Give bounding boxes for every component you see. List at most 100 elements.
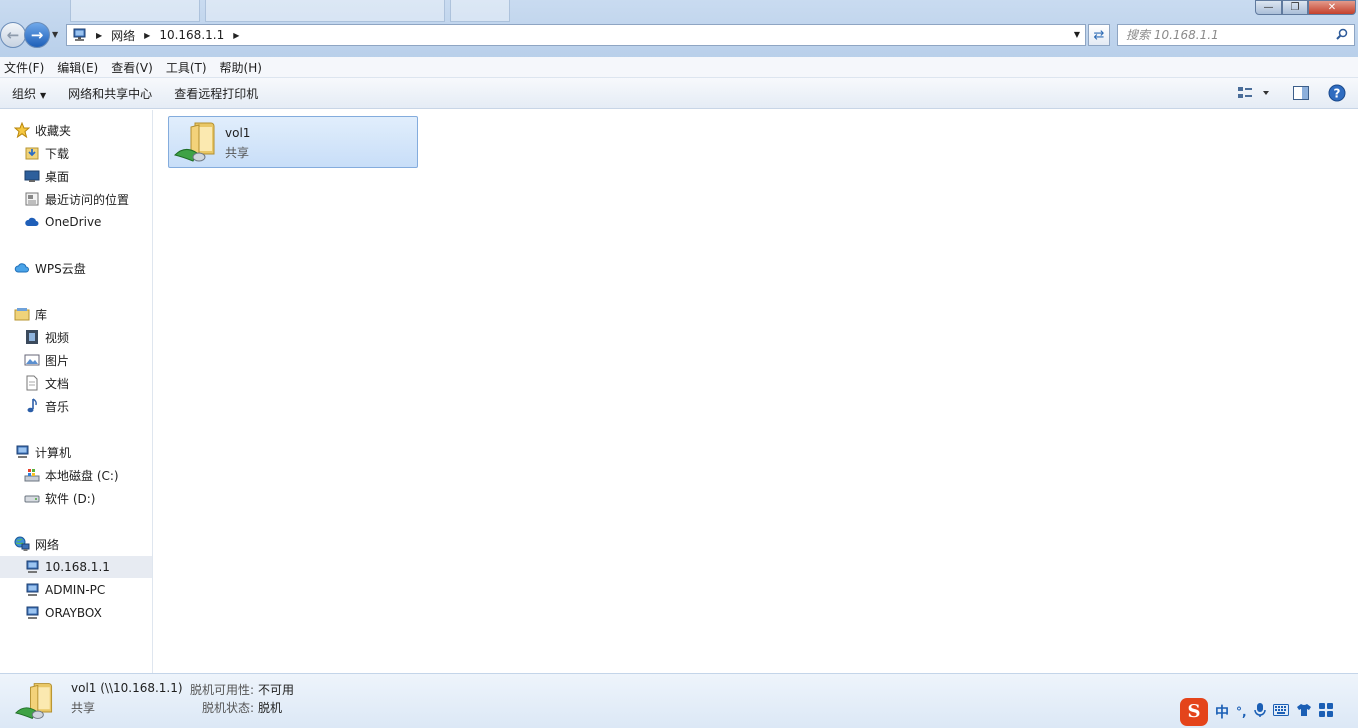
microphone-icon[interactable] [1253, 702, 1266, 722]
sidebar-item-desktop[interactable]: 桌面 [0, 165, 152, 187]
refresh-icon: ⇄ [1093, 27, 1105, 43]
maximize-button[interactable]: ❐ [1282, 0, 1308, 15]
remote-printers-button[interactable]: 查看远程打印机 [166, 85, 266, 102]
recent-pages-dropdown[interactable]: ▼ [52, 30, 58, 39]
menu-edit[interactable]: 编辑(E) [53, 59, 102, 76]
toolbox-grid-icon[interactable] [1318, 702, 1333, 721]
sidebar-item-label: WPS云盘 [35, 261, 86, 276]
minimize-button[interactable]: — [1255, 0, 1282, 15]
sidebar-item-drive-d[interactable]: 软件 (D:) [0, 487, 152, 509]
sidebar-item-libraries[interactable]: 库 [0, 303, 152, 325]
sidebar-item-label: ORAYBOX [45, 606, 102, 620]
sidebar-item-label: 图片 [45, 353, 70, 368]
sidebar-item-onedrive[interactable]: OneDrive [0, 211, 152, 233]
sidebar-item-pictures[interactable]: 图片 [0, 349, 152, 371]
network-computer-icon [23, 582, 40, 598]
address-bar[interactable]: ▶ 网络 ▶ 10.168.1.1 ▶ ▼ [66, 24, 1086, 46]
shared-folder-icon [173, 119, 221, 168]
search-box[interactable] [1117, 24, 1355, 46]
offline-availability-label: 脱机可用性: [190, 683, 255, 697]
breadcrumb-separator[interactable]: ▶ [228, 31, 244, 40]
wps-cloud-icon [13, 260, 30, 276]
sidebar-item-videos[interactable]: 视频 [0, 326, 152, 348]
change-view-button[interactable] [1237, 84, 1273, 105]
keyboard-icon[interactable] [1272, 703, 1289, 720]
organize-button[interactable]: 组织 ▼ [4, 85, 54, 102]
network-computer-icon [23, 605, 40, 621]
sidebar-item-downloads[interactable]: 下载 [0, 142, 152, 164]
background-tab [205, 0, 445, 22]
breadcrumb-separator[interactable]: ▶ [91, 31, 107, 40]
sidebar-item-favorites[interactable]: 收藏夹 [0, 119, 152, 141]
search-input[interactable] [1126, 28, 1326, 42]
ime-mode-toggle[interactable]: 中 [1215, 702, 1229, 722]
close-icon: ✕ [1327, 2, 1337, 13]
breadcrumb-network[interactable]: 网络 [107, 27, 139, 44]
sidebar-item-drive-c[interactable]: 本地磁盘 (C:) [0, 464, 152, 486]
sidebar-item-label: 计算机 [35, 445, 72, 460]
sidebar-item-recent-places[interactable]: 最近访问的位置 [0, 188, 152, 210]
navigation-pane: 收藏夹 下载 桌面 最近访问的位置 OneDrive WPS云盘 库 视频 图片… [0, 110, 153, 673]
breadcrumb-host[interactable]: 10.168.1.1 [155, 28, 228, 42]
ime-toolbar[interactable]: S 中 °, [1180, 695, 1358, 728]
breadcrumb-separator[interactable]: ▶ [139, 31, 155, 40]
details-pane: vol1 (\\10.168.1.1) 共享 脱机可用性: 不可用 脱机状态: … [0, 673, 1358, 728]
search-icon[interactable] [1336, 28, 1348, 43]
sogou-ime-icon[interactable]: S [1180, 697, 1208, 726]
sidebar-item-label: 下载 [45, 146, 70, 161]
ime-punctuation-toggle[interactable]: °, [1236, 705, 1247, 719]
menu-help[interactable]: 帮助(H) [216, 59, 266, 76]
back-button[interactable]: ← [0, 22, 26, 48]
menu-file[interactable]: 文件(F) [0, 59, 48, 76]
menu-tools[interactable]: 工具(T) [162, 59, 211, 76]
sidebar-item-computer[interactable]: 计算机 [0, 441, 152, 463]
sidebar-item-host-10-168-1-1[interactable]: 10.168.1.1 [0, 556, 152, 578]
forward-button[interactable]: → [24, 22, 50, 48]
close-button[interactable]: ✕ [1308, 0, 1356, 15]
desktop-icon [23, 168, 40, 184]
menu-bar: 文件(F) 编辑(E) 查看(V) 工具(T) 帮助(H) [0, 57, 1358, 78]
document-icon [23, 375, 40, 391]
sidebar-item-documents[interactable]: 文档 [0, 372, 152, 394]
sidebar-item-admin-pc[interactable]: ADMIN-PC [0, 579, 152, 601]
recent-places-icon [23, 191, 40, 207]
sidebar-item-music[interactable]: 音乐 [0, 395, 152, 417]
menu-view[interactable]: 查看(V) [107, 59, 157, 76]
computer-icon [13, 444, 30, 460]
picture-icon [23, 352, 40, 368]
network-center-button[interactable]: 网络和共享中心 [60, 85, 160, 102]
help-icon: ? [1328, 84, 1346, 102]
view-options-icon [1238, 87, 1269, 98]
address-history-dropdown[interactable]: ▼ [1074, 30, 1080, 39]
download-folder-icon [23, 145, 40, 161]
star-icon [13, 122, 30, 138]
sidebar-item-label: 10.168.1.1 [45, 560, 110, 574]
sidebar-item-oraybox[interactable]: ORAYBOX [0, 602, 152, 624]
sidebar-item-label: 最近访问的位置 [45, 192, 130, 207]
hard-drive-icon [23, 490, 40, 506]
chevron-down-icon: ▼ [40, 90, 47, 100]
sidebar-item-label: 收藏夹 [35, 123, 72, 138]
background-tab [70, 0, 200, 22]
sidebar-item-wps-cloud[interactable]: WPS云盘 [0, 257, 152, 279]
cloud-icon [23, 214, 40, 230]
video-icon [23, 329, 40, 345]
help-button[interactable]: ? [1328, 84, 1346, 105]
file-list[interactable]: vol1 共享 [154, 110, 1358, 673]
sidebar-item-network[interactable]: 网络 [0, 533, 152, 555]
network-computer-icon [23, 559, 40, 575]
refresh-button[interactable]: ⇄ [1088, 24, 1110, 46]
background-tab [450, 0, 510, 22]
skin-shirt-icon[interactable] [1296, 703, 1312, 721]
organize-label: 组织 [12, 86, 37, 101]
shared-folder-tile[interactable]: vol1 共享 [168, 116, 418, 168]
item-name: vol1 [225, 126, 251, 140]
system-drive-icon [23, 467, 40, 483]
network-computer-icon[interactable] [67, 28, 91, 42]
sidebar-item-label: 音乐 [45, 399, 70, 414]
shared-folder-icon [14, 678, 58, 727]
details-name: vol1 (\\10.168.1.1) [71, 681, 183, 695]
preview-pane-button[interactable] [1292, 84, 1310, 105]
offline-availability-value: 不可用 [258, 683, 295, 697]
arrow-left-icon: ← [6, 26, 20, 44]
